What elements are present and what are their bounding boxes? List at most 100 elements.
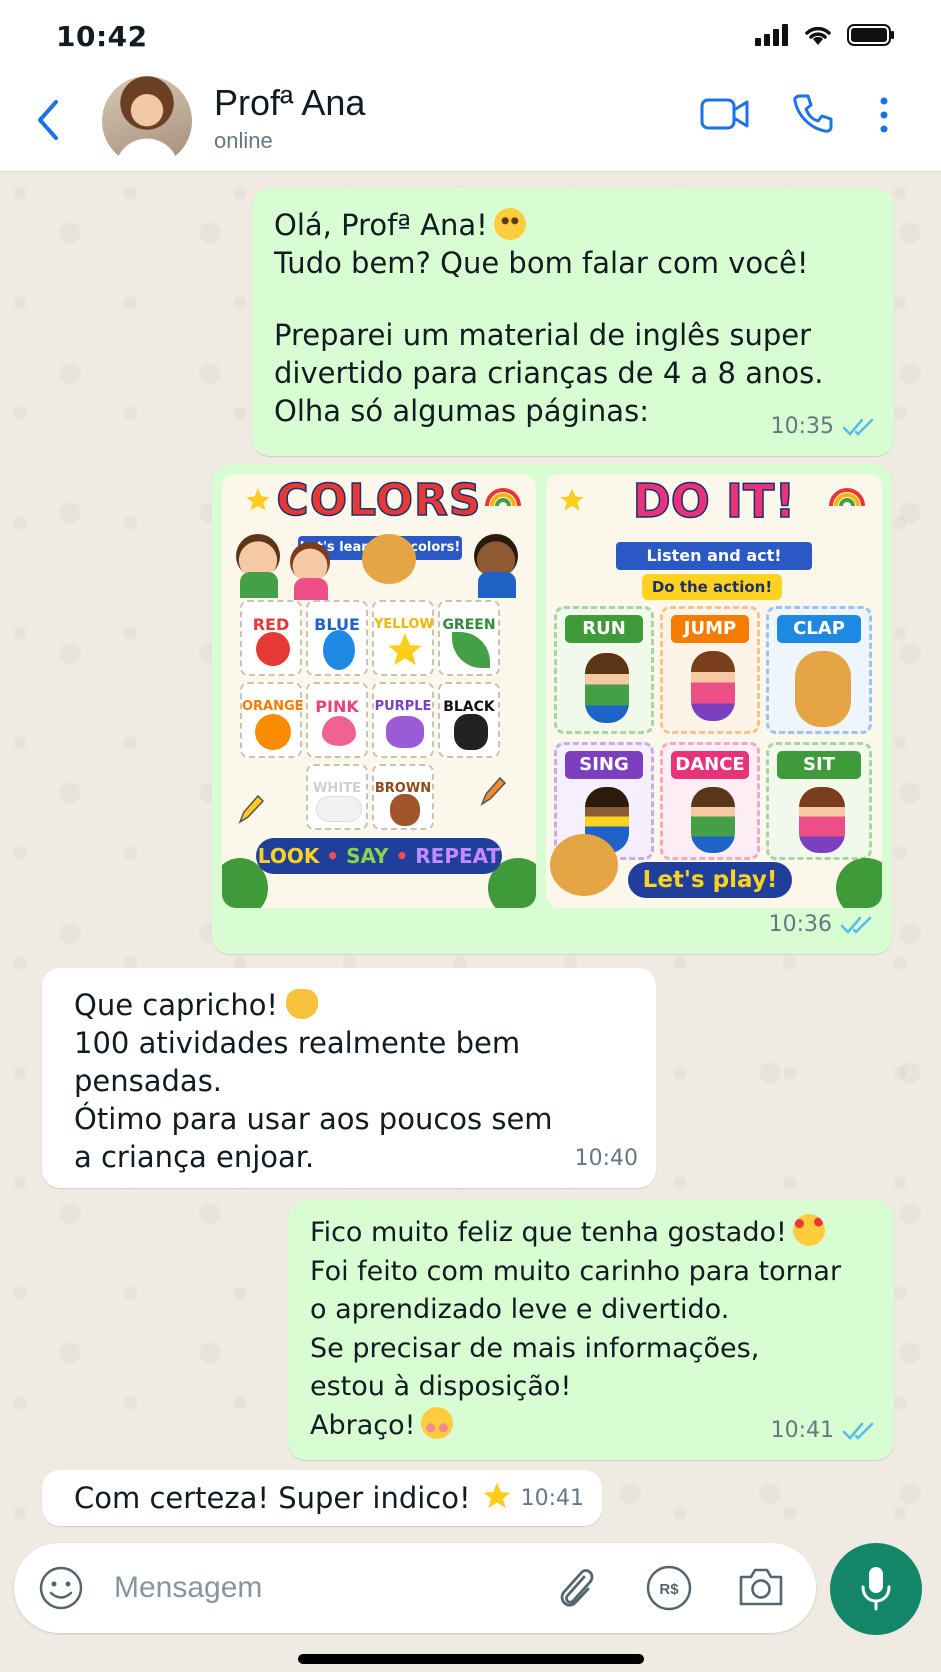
pencil-icon: [480, 776, 507, 806]
heart-icon: [322, 716, 356, 746]
message-time: 10:36: [768, 912, 832, 937]
message-outgoing[interactable]: Fico muito feliz que tenha gostado! Foi …: [288, 1200, 894, 1460]
signal-icon: [755, 24, 788, 46]
color-tile: BROWN: [372, 764, 434, 830]
status-icons: [755, 24, 895, 46]
clapping-hands-icon: [286, 989, 319, 1019]
do-the-action-tag: Do the action!: [642, 574, 782, 600]
message-line: Ótimo para usar aos poucos sem: [74, 1102, 553, 1136]
message-line: Se precisar de mais informações,: [310, 1332, 760, 1364]
message-outgoing-images[interactable]: COLORS Let's learn the colors! RED BLUE …: [212, 464, 892, 954]
colors-title: COLORS: [276, 475, 482, 526]
status-time: 10:42: [56, 20, 148, 53]
balloon-icon: [323, 630, 355, 670]
camera-icon[interactable]: [736, 1565, 786, 1609]
color-tile: ORANGE: [240, 682, 304, 758]
payment-icon[interactable]: R$: [644, 1563, 694, 1613]
actions-worksheet-image[interactable]: DO IT! Listen and act! Do the action! RU…: [546, 474, 882, 908]
svg-text:R$: R$: [659, 1581, 679, 1598]
message-time: 10:35: [770, 414, 834, 439]
message-line: Fico muito feliz que tenha gostado!: [310, 1217, 787, 1248]
message-line: Preparei um material de inglês super: [274, 318, 811, 352]
color-tile: PINK: [306, 682, 368, 758]
colors-footer-banner: LOOK • SAY • REPEAT: [256, 838, 502, 874]
contact-status: online: [214, 128, 273, 153]
kids-illustration: [234, 534, 524, 600]
message-line: o aprendizado leve e divertido.: [310, 1294, 730, 1325]
smiling-emoji-icon: [493, 208, 526, 240]
message-line: Abraço!: [310, 1409, 416, 1441]
message-line: a criança enjoar.: [74, 1140, 315, 1174]
glowing-star-icon: [481, 1480, 513, 1521]
message-outgoing[interactable]: Olá, Profª Ana! Tudo bem? Que bom falar …: [252, 188, 894, 456]
avatar[interactable]: [102, 76, 192, 166]
color-tile: PURPLE: [372, 682, 434, 758]
message-time: 10:40: [574, 1146, 638, 1171]
colors-worksheet-image[interactable]: COLORS Let's learn the colors! RED BLUE …: [222, 474, 536, 908]
microphone-button[interactable]: [830, 1543, 922, 1635]
running-kid-icon: [585, 653, 629, 723]
blushing-emoji-icon: [421, 1406, 454, 1439]
double-check-icon: [840, 916, 872, 934]
cat-icon: [454, 714, 488, 750]
chat-header: Profª Ana online: [0, 72, 941, 172]
pencil-icon: [238, 794, 265, 824]
message-incoming[interactable]: Que capricho! 100 atividades realmente b…: [42, 968, 656, 1188]
contact-name[interactable]: Profª Ana: [214, 82, 365, 124]
phone-icon[interactable]: [792, 92, 834, 134]
message-line: 100 atividades realmente bem: [74, 1026, 521, 1060]
apple-icon: [256, 632, 290, 666]
message-time: 10:41: [520, 1486, 584, 1511]
message-line: Com certeza! Super indico!: [74, 1481, 471, 1515]
dancing-kid-icon: [691, 787, 735, 853]
message-time: 10:41: [770, 1417, 834, 1443]
battery-icon: [847, 24, 894, 46]
butterfly-icon: [386, 716, 424, 748]
orange-icon: [255, 714, 291, 750]
message-line: Tudo bem? Que bom falar com você!: [274, 246, 809, 280]
bear-mascot-icon: [550, 834, 618, 896]
back-arrow-icon[interactable]: [30, 94, 66, 146]
message-input[interactable]: Mensagem R$: [14, 1543, 816, 1633]
action-tile: JUMP: [660, 606, 760, 734]
message-line: pensadas.: [74, 1064, 223, 1098]
color-tile: BLUE: [306, 600, 368, 676]
color-tile: GREEN: [438, 600, 500, 676]
sitting-kid-icon: [799, 787, 845, 853]
color-tile: YELLOW: [372, 600, 434, 676]
message-placeholder: Mensagem: [114, 1571, 263, 1604]
cloud-icon: [316, 796, 362, 822]
paperclip-icon[interactable]: [554, 1563, 598, 1613]
star-icon: [388, 633, 422, 665]
color-tile: BLACK: [438, 682, 500, 758]
teddy-bear-icon: [390, 794, 420, 826]
action-tile: SIT: [766, 742, 872, 860]
message-line: Que capricho!: [74, 988, 279, 1022]
action-tile: CLAP: [766, 606, 872, 734]
double-check-icon: [842, 418, 874, 436]
wifi-icon: [805, 26, 831, 45]
message-line: divertido para crianças de 4 a 8 anos.: [274, 356, 824, 390]
color-tile: WHITE: [306, 764, 368, 830]
message-incoming[interactable]: Com certeza! Super indico! 10:41: [42, 1470, 602, 1526]
bear-icon: [795, 651, 851, 727]
action-tile: DANCE: [660, 742, 760, 860]
action-tile: RUN: [554, 606, 654, 734]
color-tile: RED: [240, 600, 302, 676]
jumping-kid-icon: [691, 651, 735, 721]
composer-bar: Mensagem R$: [0, 1543, 941, 1672]
microphone-icon: [861, 1567, 891, 1611]
home-indicator: [298, 1654, 644, 1664]
message-line: estou à disposição!: [310, 1371, 572, 1402]
do-it-title: DO IT!: [632, 474, 796, 528]
smiling-hearts-emoji-icon: [792, 1214, 825, 1246]
do-it-subtitle-banner: Listen and act!: [616, 542, 812, 570]
message-line: Olá, Profª Ana!: [274, 208, 488, 242]
more-options-icon[interactable]: [878, 96, 890, 134]
bush-decoration: [836, 858, 882, 908]
video-call-icon[interactable]: [700, 96, 750, 132]
status-bar: 10:42: [0, 0, 941, 72]
lets-play-banner: Let's play!: [628, 862, 792, 898]
message-line: Foi feito com muito carinho para tornar: [310, 1255, 842, 1287]
emoji-icon[interactable]: [38, 1565, 84, 1611]
